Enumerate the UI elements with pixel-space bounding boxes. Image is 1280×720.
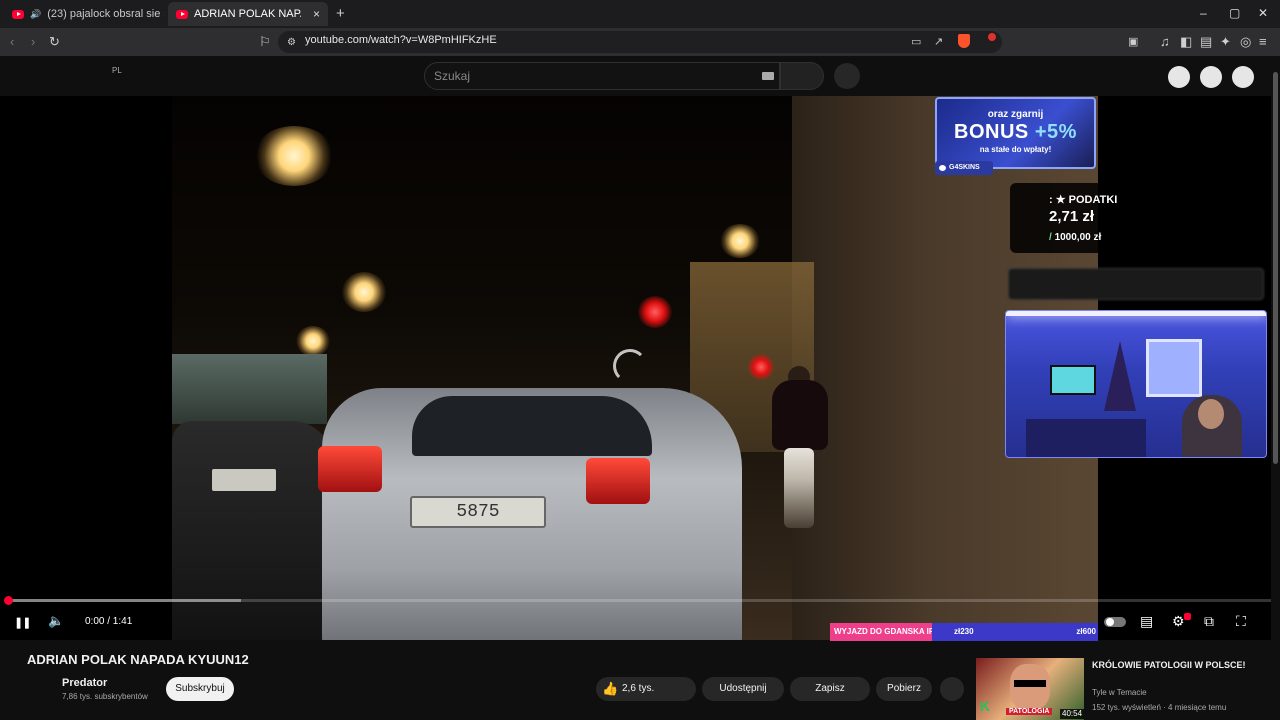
video-duration: 40:54 <box>1060 709 1085 719</box>
url-text[interactable]: youtube.com/watch?v=W8PmHIFKzHE <box>305 34 497 46</box>
back-icon[interactable]: ‹ <box>10 34 14 50</box>
tab-label: ADRIAN POLAK NAPADA KYUUN <box>194 8 301 20</box>
license-plate: 5875 <box>410 496 546 528</box>
pause-icon[interactable]: ❚❚ <box>14 615 31 631</box>
tab-pajalock[interactable]: 🔊 (23) pajalock obsral sie sasiada - <box>4 2 164 26</box>
webcam-overlay <box>1005 310 1267 458</box>
tax-title: : ★ PODATKI <box>1049 194 1118 206</box>
channel-avatar[interactable] <box>27 676 53 702</box>
youtube-favicon-icon <box>176 9 188 19</box>
like-count: 2,6 tys. <box>622 683 655 694</box>
tab-label: (23) pajalock obsral sie sasiada - <box>47 8 164 20</box>
close-window-button[interactable]: ✕ <box>1258 6 1268 20</box>
new-tab-button[interactable]: + <box>336 5 345 22</box>
fullscreen-icon[interactable]: ⛶ <box>1236 613 1246 629</box>
recommendation-channel[interactable]: Tyle w Temacie <box>1092 688 1147 697</box>
miniplayer-icon[interactable]: ⧉ <box>1204 613 1214 629</box>
volume-icon[interactable]: 🔈 <box>48 613 64 629</box>
goal-current: zł230 <box>954 627 974 636</box>
street-lamp <box>296 326 330 356</box>
wallet-icon[interactable]: ▤ <box>1200 34 1212 50</box>
goal-label: WYJAZD DO GDANSKA IRL <box>830 623 932 641</box>
ad-line-1: oraz zgarnij <box>987 109 1044 120</box>
sidebar-icon[interactable]: ▣ <box>1128 34 1138 50</box>
loading-spinner <box>613 349 647 383</box>
goal-progress: zł230 zł600 <box>932 623 1098 641</box>
tab-adrian-polak[interactable]: ADRIAN POLAK NAPADA KYUUN × <box>168 2 328 26</box>
ad-brand-logo: G4SKINS <box>935 161 993 175</box>
voice-search-button[interactable] <box>834 63 860 89</box>
dark-car <box>172 421 332 640</box>
maximize-button[interactable]: ▢ <box>1229 6 1240 20</box>
subscriber-count: 7,86 tys. subskrybentów <box>62 692 148 701</box>
search-placeholder: Szukaj <box>434 69 471 83</box>
vpn-icon[interactable]: ◎ <box>1240 34 1251 50</box>
tax-goal: / 1000,00 zł <box>1049 232 1102 243</box>
forward-icon[interactable]: › <box>31 34 35 50</box>
rewards-icon[interactable] <box>988 33 996 41</box>
share-button[interactable]: Udostępnij <box>702 677 784 701</box>
browser-toolbar: ‹ › ↻ ⚐ ⚙ ▭ ↗ ▣ ♫ ◧ ▤ ✦ ◎ ≡ <box>0 28 1280 56</box>
scrollbar-thumb[interactable] <box>1273 72 1278 464</box>
thumbs-up-icon: 👍 <box>602 681 619 696</box>
autoplay-toggle[interactable] <box>1104 617 1126 627</box>
recommendation-title[interactable]: KRÓLOWIE PATOLOGII W POLSCE! <box>1092 658 1262 672</box>
tax-value: 2,71 zł <box>1049 208 1095 225</box>
silver-car: 5875 <box>322 388 742 640</box>
search-input[interactable] <box>424 62 780 90</box>
create-button[interactable] <box>1168 66 1190 88</box>
ai-icon[interactable]: ✦ <box>1220 34 1231 50</box>
subscribe-button[interactable]: Subskrybuj <box>166 677 234 701</box>
channel-name[interactable]: Predator <box>62 677 107 689</box>
browser-window: 🔊 (23) pajalock obsral sie sasiada - ADR… <box>0 0 1280 720</box>
cast-icon[interactable]: ▭ <box>911 34 921 50</box>
tail-light <box>586 458 650 504</box>
tab-bar: 🔊 (23) pajalock obsral sie sasiada - ADR… <box>0 0 1280 28</box>
music-icon[interactable]: ♫ <box>1160 34 1170 50</box>
scrubber-handle[interactable] <box>4 596 13 605</box>
close-tab-icon[interactable]: × <box>313 7 320 21</box>
tail-light <box>318 446 382 492</box>
search-button[interactable] <box>780 62 824 90</box>
more-actions-button[interactable] <box>940 677 964 701</box>
blurred-bar <box>1008 268 1264 300</box>
street-lamp <box>342 272 386 312</box>
video-title: ADRIAN POLAK NAPADA KYUUN12 <box>27 652 249 667</box>
brave-shield-icon[interactable] <box>958 34 970 48</box>
donation-goal-bar: WYJAZD DO GDANSKA IRL zł230 zł600 <box>830 623 1098 641</box>
ad-line-3: na stałe do wpłaty! <box>979 145 1052 154</box>
street-lamp <box>254 126 334 186</box>
traffic-light <box>638 296 672 328</box>
reload-icon[interactable]: ↻ <box>49 34 60 50</box>
goal-target: zł600 <box>1076 627 1096 636</box>
panel-icon[interactable]: ◧ <box>1180 34 1192 50</box>
save-button[interactable]: Zapisz <box>790 677 870 701</box>
ad-line-2: BONUS +5% <box>954 121 1077 143</box>
speaker-icon: 🔊 <box>30 8 42 19</box>
minimize-button[interactable]: – <box>1200 6 1207 20</box>
site-info-icon[interactable]: ⚙ <box>287 35 296 51</box>
time-display: 0:00 / 1:41 <box>85 616 133 627</box>
channel-logo: K <box>980 698 991 714</box>
buffer-bar <box>8 599 241 602</box>
settings-icon[interactable]: ⚙ <box>1172 613 1185 629</box>
youtube-favicon-icon <box>12 9 24 19</box>
thumb-badge: PATOLOGIA <box>1006 708 1053 715</box>
captions-icon[interactable]: ▤ <box>1140 613 1153 629</box>
menu-icon[interactable]: ≡ <box>1259 34 1267 50</box>
video-frame: 5875 <box>172 96 1098 640</box>
hd-badge <box>1184 613 1191 620</box>
bookmark-icon[interactable]: ⚐ <box>259 34 271 50</box>
street-lamp <box>720 224 760 258</box>
bus <box>172 354 327 424</box>
notifications-button[interactable] <box>1200 66 1222 88</box>
pedestrian <box>768 366 830 528</box>
recommendation-meta: 152 tys. wyświetleń · 4 miesiące temu <box>1092 703 1227 712</box>
ad-banner: oraz zgarnij BONUS +5% na stałe do wpłat… <box>935 97 1096 169</box>
keyboard-icon[interactable] <box>762 72 774 80</box>
avatar[interactable] <box>1232 66 1254 88</box>
country-code: PL <box>112 66 122 75</box>
download-button[interactable]: Pobierz <box>876 677 932 701</box>
share-icon[interactable]: ↗ <box>934 34 943 50</box>
